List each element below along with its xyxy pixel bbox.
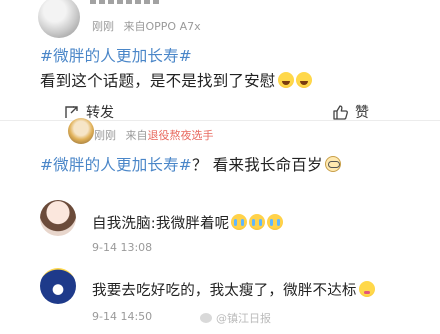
post2-source[interactable]: 退役熬夜选手 (148, 129, 214, 142)
weibo-logo-icon (200, 313, 212, 323)
repost-label: 转发 (86, 105, 114, 121)
laugh-cry-emoji (277, 72, 294, 88)
drooling-emoji (358, 281, 375, 297)
post2-meta: 刚刚 来自退役熬夜选手 (94, 127, 214, 143)
comment2-avatar[interactable] (40, 268, 76, 304)
watermark: @镇江日报 (200, 310, 271, 326)
comment2-text: 我要去吃好吃的，我太瘦了，微胖不达标 (92, 279, 375, 300)
post1-topic[interactable]: #微胖的人更加长寿# (40, 44, 192, 66)
post2-text: #微胖的人更加长寿#？ 看来我长命百岁 (40, 153, 341, 175)
post1-avatar[interactable] (38, 0, 80, 38)
repost-button[interactable]: 转发 (64, 102, 114, 122)
post1-text: 看到这个话题，是不是找到了安慰 (40, 69, 312, 91)
post1-meta: 刚刚 来自OPPO A7x (92, 18, 201, 34)
post1-time: 刚刚 (92, 20, 114, 33)
glasses-emoji (324, 156, 341, 172)
crying-emoji (267, 214, 284, 230)
post2-time: 刚刚 (94, 129, 116, 142)
crying-emoji (249, 214, 266, 230)
thumbs-up-icon (332, 104, 349, 121)
crying-emoji (231, 214, 248, 230)
like-button[interactable]: 赞 (332, 102, 369, 122)
post1-username-cropped[interactable] (90, 0, 160, 4)
comment1-date: 9-14 13:08 (92, 241, 153, 254)
post2-topic[interactable]: #微胖的人更加长寿# (40, 156, 192, 174)
post2-avatar[interactable] (68, 118, 94, 144)
post1-source[interactable]: OPPO A7x (146, 20, 201, 33)
comment2-date: 9-14 14:50 (92, 310, 153, 323)
comment1-text: 自我洗脑:我微胖着呢 (92, 212, 284, 233)
watermark-text: @镇江日报 (216, 312, 271, 325)
post-divider (0, 120, 440, 121)
comment1-avatar[interactable] (40, 200, 76, 236)
like-label: 赞 (355, 105, 369, 121)
post2-source-prefix: 来自 (125, 129, 148, 142)
laugh-cry-emoji (295, 72, 312, 88)
post1-source-prefix: 来自 (123, 20, 146, 33)
